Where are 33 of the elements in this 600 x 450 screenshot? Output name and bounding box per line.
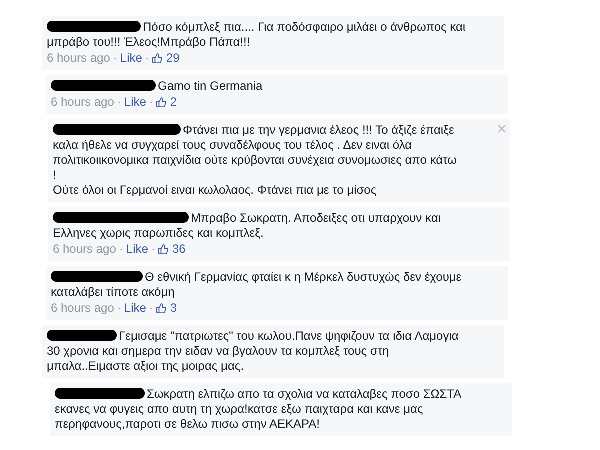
close-button[interactable] — [496, 123, 508, 135]
comment-time: 6 hours ago — [47, 51, 110, 66]
comment-text: Φτάνει πια με την γερμανια έλεος !!! Το άξιζε έπαιξε καλα ήθελε να συγχαρεί τους συναδέλφους του τέλος . Δεν ειναι όλα πολιτικοιικονομικα παιχνίδια ούτε κρύβονται συνέχεια συνομωσιες απο κάτω ! Ούτε όλοι οι Γερμανοί ειναι κωλολαος. Φτάνει πια με το μίσος — [53, 123, 458, 198]
separator-dot: · — [119, 242, 124, 257]
comment-time: 6 hours ago — [51, 301, 114, 316]
like-count[interactable]: 3 — [170, 301, 178, 316]
like-link[interactable]: Like — [124, 301, 146, 316]
like-link[interactable]: Like — [120, 51, 142, 66]
like-count[interactable]: 29 — [166, 51, 180, 66]
comment-time: 6 hours ago — [51, 95, 114, 110]
comment-time: 6 hours ago — [53, 242, 116, 257]
comment-text: Μπραβο Σωκρατη. Αποδειξες οτι υπαρχουν και Ελληνες χωρις παρωπιδες και κομπλεξ. — [53, 211, 442, 241]
separator-dot: · — [117, 95, 122, 110]
comment-text: Gamo tin Germania — [51, 79, 500, 94]
separator-dot: · — [149, 95, 154, 110]
comment-text: Σωκρατη ελπιζω απο τα σχολια να καταλαβες ποσο ΣΩΣΤΑ εκανες να φυγεις απο αυτη τη χωρα!κατσε εξω παιχταρα και κανε μας περηφανους,παροτι σε θελω πισω στην ΑΕΚΑΡΑ! — [55, 387, 462, 432]
like-link[interactable]: Like — [124, 95, 146, 110]
redaction-mark — [47, 330, 117, 341]
thumbs-up-icon — [158, 244, 170, 255]
like-count[interactable]: 2 — [170, 95, 178, 110]
thumbs-up-icon — [156, 97, 168, 108]
separator-dot: · — [149, 301, 154, 316]
comment-text: Θ εθνική Γερμανίας φταίει κ η Μέρκελ δυστυχώς δεν έχουμε καταλάβει τίποτε ακόμη — [51, 270, 463, 300]
comment-text: Γεμισαμε "πατριωτες" του κωλου.Πανε ψηφιζουν τα ιδια Λαμογια 30 χρονια και σημερα την ειδαν να βγαλουν τα κομπλεξ τους στη μπαλα..Ειμαστε αξιοι της μοιρας μας. — [47, 329, 460, 374]
comment-text: Πόσο κόμπλεξ πια.... Για ποδόσφαιρο μιλάει ο άνθρωπος και μπράβο του!!! Έλεος!Μπράβο Πάπα!!! — [47, 20, 467, 50]
like-link[interactable]: Like — [126, 242, 148, 257]
separator-dot: · — [151, 242, 156, 257]
thumbs-up-icon — [156, 303, 168, 314]
separator-dot: · — [145, 51, 150, 66]
like-count[interactable]: 36 — [172, 242, 186, 257]
separator-dot: · — [117, 301, 122, 316]
separator-dot: · — [113, 51, 118, 66]
thumbs-up-icon — [152, 53, 164, 64]
